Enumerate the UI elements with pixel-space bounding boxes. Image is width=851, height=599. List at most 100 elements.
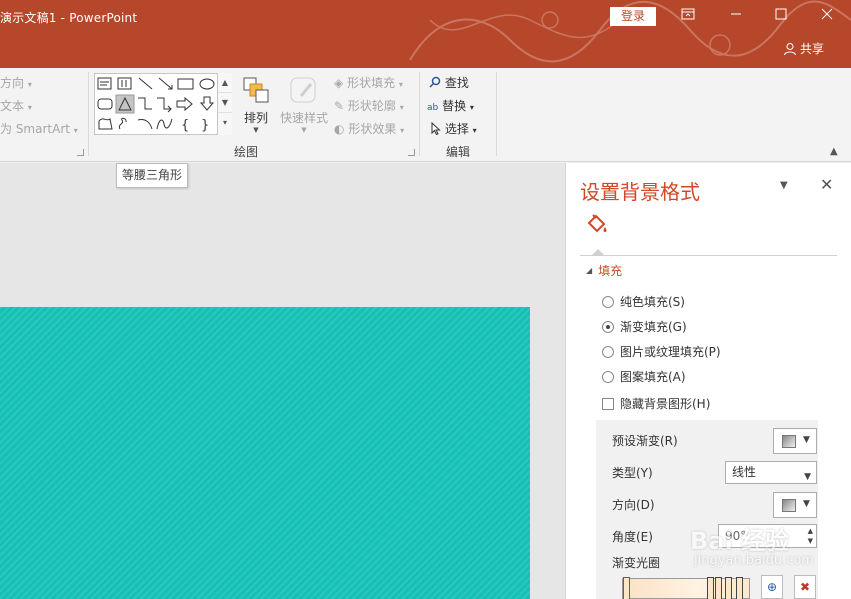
collapse-ribbon-icon[interactable]: ▲ bbox=[830, 146, 838, 157]
maximize-icon[interactable] bbox=[771, 6, 791, 26]
spin-up-icon[interactable]: ▲ bbox=[808, 526, 813, 536]
direction-dropdown[interactable]: ▼ bbox=[773, 492, 817, 518]
chevron-down-icon: ▼ bbox=[803, 435, 810, 445]
wave-icon bbox=[156, 118, 173, 130]
solid-fill-option[interactable]: 纯色填充(S) bbox=[602, 293, 685, 310]
convert-smartart-button[interactable]: 为 SmartArt ▾ bbox=[0, 120, 78, 137]
ribbon: 方向 ▾ 文本 ▾ 为 SmartArt ▾ { } ▲ ▼ ▾ 排列 ▼ 快速… bbox=[0, 68, 851, 162]
gradient-stop-handle[interactable] bbox=[623, 577, 630, 599]
close-icon[interactable] bbox=[817, 6, 837, 26]
arrange-button[interactable]: 排列 ▼ bbox=[240, 76, 272, 134]
line-icon bbox=[138, 77, 153, 90]
gradient-stop-handle[interactable] bbox=[715, 577, 722, 599]
elbow-connector-icon bbox=[138, 97, 152, 110]
shape-fill-button[interactable]: ◈ 形状填充 ▾ bbox=[334, 74, 403, 91]
login-button[interactable]: 登录 bbox=[610, 7, 656, 26]
paragraph-dialog-launcher[interactable] bbox=[77, 149, 84, 156]
scribble-icon bbox=[118, 117, 127, 130]
shapes-gallery-scroll[interactable]: ▲ ▼ ▾ bbox=[217, 73, 232, 135]
person-icon bbox=[784, 42, 796, 55]
shape-effects-button[interactable]: ◐ 形状效果 ▾ bbox=[334, 120, 404, 137]
quick-styles-dropdown-icon: ▼ bbox=[301, 126, 307, 134]
hide-background-checkbox[interactable] bbox=[602, 397, 614, 410]
gallery-more-icon[interactable]: ▾ bbox=[218, 113, 232, 133]
shapes-gallery-icons: { } bbox=[97, 77, 215, 133]
angle-spinner[interactable]: 90° ▲ ▼ bbox=[718, 524, 817, 548]
rectangle-icon bbox=[177, 78, 194, 90]
hide-background-label: 隐藏背景图形(H) bbox=[620, 397, 711, 411]
gradient-settings-panel: 预设渐变(R) ▼ 类型(Y) 线性 ▼ 方向(D) ▼ 角度(E) 90° ▲ … bbox=[596, 420, 818, 599]
vertical-text-box-icon bbox=[117, 77, 132, 90]
fill-section-label: 填充 bbox=[598, 264, 623, 278]
picture-fill-option[interactable]: 图片或纹理填充(P) bbox=[602, 343, 721, 360]
shapes-gallery: { } bbox=[94, 73, 232, 135]
pane-title: 设置背景格式 bbox=[580, 180, 700, 204]
angle-label: 角度(E) bbox=[612, 530, 653, 544]
direction-swatch-icon bbox=[782, 499, 796, 512]
drawing-group-label: 绘图 bbox=[234, 145, 259, 159]
angle-value: 90° bbox=[725, 529, 747, 543]
minimize-icon[interactable] bbox=[726, 6, 746, 26]
align-text-button[interactable]: 文本 ▾ bbox=[0, 97, 32, 114]
picture-fill-label: 图片或纹理填充(P) bbox=[620, 345, 721, 359]
arrange-dropdown-icon: ▼ bbox=[253, 126, 259, 134]
replace-icon: ab bbox=[427, 103, 439, 113]
search-icon bbox=[429, 76, 441, 88]
down-arrow-icon bbox=[199, 96, 215, 111]
gradient-stop-handle[interactable] bbox=[736, 577, 743, 599]
editing-group-label: 编辑 bbox=[446, 145, 471, 159]
gallery-scroll-up-icon[interactable]: ▲ bbox=[218, 73, 232, 93]
gradient-stop-handle[interactable] bbox=[725, 577, 732, 599]
pane-options-dropdown-icon[interactable]: ▼ bbox=[780, 180, 788, 191]
spin-down-icon[interactable]: ▼ bbox=[808, 536, 813, 546]
direction-label: 方向(D) bbox=[612, 498, 655, 512]
gradient-stops-bar[interactable] bbox=[622, 577, 750, 599]
solid-fill-radio[interactable] bbox=[602, 295, 614, 308]
chevron-down-icon: ▼ bbox=[803, 499, 810, 509]
gradient-stop-handle[interactable] bbox=[707, 577, 714, 599]
gradient-type-dropdown[interactable]: 线性 ▼ bbox=[725, 461, 817, 484]
remove-stop-icon: ✖ bbox=[799, 580, 811, 594]
select-button[interactable]: 选择 ▾ bbox=[431, 120, 477, 137]
pattern-fill-option[interactable]: 图案填充(A) bbox=[602, 368, 686, 385]
pane-close-icon[interactable]: ✕ bbox=[820, 175, 833, 194]
gradient-fill-option[interactable]: 渐变填充(G) bbox=[602, 318, 687, 335]
window-title: 演示文稿1 - PowerPoint bbox=[0, 11, 138, 25]
replace-button[interactable]: ab 替换 ▾ bbox=[427, 97, 474, 114]
group-separator bbox=[496, 72, 497, 156]
drawing-dialog-launcher[interactable] bbox=[408, 149, 415, 156]
pattern-fill-radio[interactable] bbox=[602, 370, 614, 383]
quick-styles-button[interactable]: 快速样式 ▼ bbox=[278, 76, 330, 134]
gradient-swatch-icon bbox=[782, 435, 796, 448]
share-button[interactable]: 共享 bbox=[783, 40, 824, 57]
remove-gradient-stop-button[interactable]: ✖ bbox=[794, 575, 816, 599]
share-label: 共享 bbox=[800, 42, 825, 56]
find-button[interactable]: 查找 bbox=[429, 74, 469, 91]
oval-icon bbox=[199, 78, 215, 90]
arrow-line-icon bbox=[158, 77, 173, 90]
slide-canvas[interactable] bbox=[0, 307, 530, 599]
hide-background-graphics-option[interactable]: 隐藏背景图形(H) bbox=[602, 395, 710, 412]
quick-styles-label: 快速样式 bbox=[279, 111, 328, 125]
pattern-fill-label: 图案填充(A) bbox=[620, 370, 686, 384]
text-direction-button[interactable]: 方向 ▾ bbox=[0, 74, 32, 91]
right-arrow-icon bbox=[176, 96, 193, 112]
text-box-icon bbox=[97, 77, 112, 90]
group-separator bbox=[419, 72, 420, 156]
shape-tooltip: 等腰三角形 bbox=[116, 163, 189, 188]
ribbon-display-options-icon[interactable] bbox=[678, 6, 698, 26]
arrange-label: 排列 bbox=[243, 111, 268, 125]
shape-outline-button[interactable]: ✎ 形状轮廓 ▾ bbox=[334, 97, 404, 114]
gallery-scroll-down-icon[interactable]: ▼ bbox=[218, 93, 232, 113]
fill-section-header[interactable]: ◢ 填充 bbox=[586, 262, 622, 279]
effects-icon: ◐ bbox=[334, 122, 345, 136]
picture-fill-radio[interactable] bbox=[602, 345, 614, 358]
pane-divider bbox=[580, 255, 837, 256]
fill-tab-icon[interactable] bbox=[584, 211, 610, 237]
gradient-fill-radio[interactable] bbox=[602, 320, 614, 333]
group-separator bbox=[88, 72, 89, 156]
add-gradient-stop-button[interactable]: ⊕ bbox=[761, 575, 783, 599]
cursor-icon bbox=[431, 121, 441, 136]
preset-gradient-dropdown[interactable]: ▼ bbox=[773, 428, 817, 454]
solid-fill-label: 纯色填充(S) bbox=[620, 295, 685, 309]
